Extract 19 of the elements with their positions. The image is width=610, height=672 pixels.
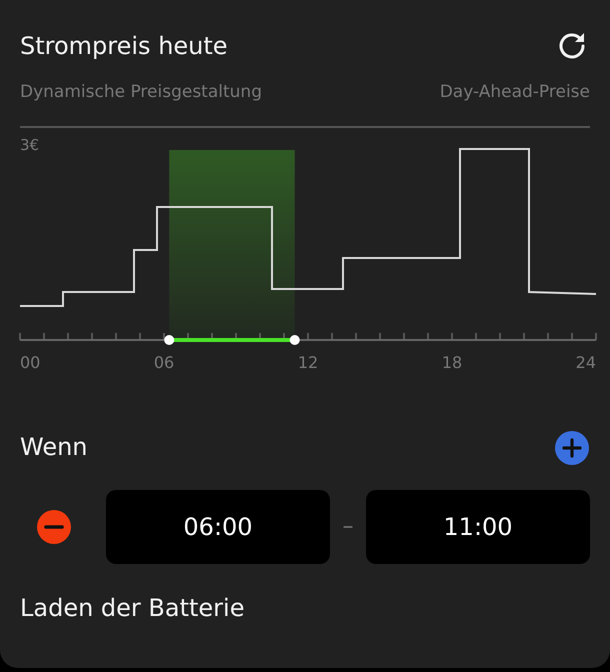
end-time-field[interactable]: 11:00 (366, 490, 590, 564)
section-title: Laden der Batterie (20, 594, 246, 622)
axis-label: 12 (298, 352, 318, 372)
axis-label: 18 (442, 352, 462, 372)
card-title: Strompreis heute (20, 32, 228, 60)
slider-handle[interactable] (290, 334, 300, 344)
axis-label: 00 (20, 352, 40, 372)
add-icon[interactable] (554, 430, 590, 466)
remove-icon[interactable] (36, 508, 72, 544)
time-slider-track[interactable] (19, 332, 597, 344)
slider-handle[interactable] (164, 334, 174, 344)
axis-label: 24 (576, 352, 596, 372)
data-source: Day-Ahead-Preise (440, 81, 590, 104)
subtitle: Dynamische Preisgestaltung (20, 81, 262, 104)
separator: – (342, 513, 354, 541)
section-title: Wenn (20, 433, 88, 462)
axis-label: 06 (154, 352, 174, 372)
axis-label: 3€ (20, 136, 40, 154)
start-time-field[interactable]: 06:00 (106, 490, 330, 564)
